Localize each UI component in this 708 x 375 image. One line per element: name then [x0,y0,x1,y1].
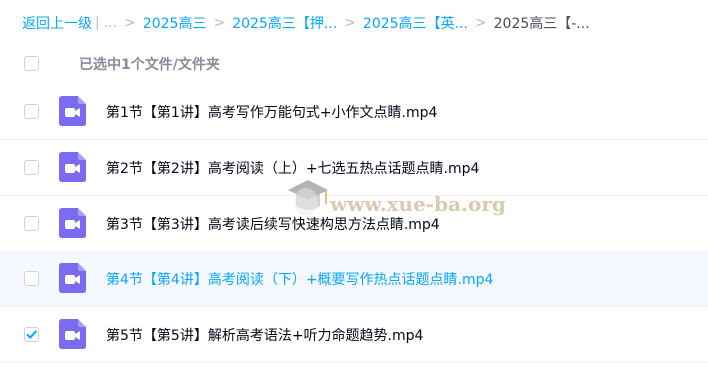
selection-header: 已选中1个文件/文件夹 [0,46,708,82]
select-all-checkbox[interactable] [24,56,39,71]
file-checkbox[interactable] [24,271,39,286]
video-file-icon [59,96,86,126]
checkmark-icon [26,330,37,339]
file-name[interactable]: 第4节【第4讲】高考阅读（下）+概要写作热点话题点睛.mp4 [106,269,493,289]
video-file-icon [59,263,86,293]
breadcrumb-item[interactable]: 2025高三【押... [232,13,337,33]
file-row[interactable]: 第1节【第1讲】高考写作万能句式+小作文点睛.mp4 [0,84,708,140]
file-row[interactable]: 第4节【第4讲】高考阅读（下）+概要写作热点话题点睛.mp4 [0,251,708,307]
breadcrumb-item[interactable]: 2025高三【英... [363,13,468,33]
file-name[interactable]: 第2节【第2讲】高考阅读（上）+七选五热点话题点睛.mp4 [106,158,479,178]
chevron-right-icon: > [474,15,487,31]
chevron-right-icon: > [213,15,226,31]
selection-count-label: 已选中1个文件/文件夹 [79,57,220,73]
back-link[interactable]: 返回上一级 [22,13,92,33]
file-checkbox[interactable] [24,160,39,175]
file-checkbox[interactable] [24,327,39,342]
file-name[interactable]: 第1节【第1讲】高考写作万能句式+小作文点睛.mp4 [106,102,437,122]
chevron-right-icon: > [344,15,356,31]
breadcrumb: 返回上一级 | ... > 2025高三 > 2025高三【押... > 202… [22,12,590,34]
file-row[interactable]: 第3节【第3讲】高考读后续写快速构思方法点睛.mp4 [0,196,708,252]
file-name[interactable]: 第3节【第3讲】高考读后续写快速构思方法点睛.mp4 [106,214,440,234]
file-checkbox[interactable] [24,216,39,231]
file-row[interactable]: 第5节【第5讲】解析高考语法+听力命题趋势.mp4 [0,307,708,363]
chevron-right-icon: > [124,15,136,31]
file-checkbox[interactable] [24,104,39,119]
breadcrumb-ellipsis[interactable]: ... [104,15,117,31]
breadcrumb-item[interactable]: 2025高三 [143,13,207,33]
breadcrumb-current: 2025高三【-... [493,16,590,32]
video-file-icon [59,152,86,182]
file-row[interactable]: 第2节【第2讲】高考阅读（上）+七选五热点话题点睛.mp4 [0,140,708,196]
breadcrumb-divider: | [95,15,100,31]
file-name[interactable]: 第5节【第5讲】解析高考语法+听力命题趋势.mp4 [106,325,423,345]
video-file-icon [59,208,86,238]
video-file-icon [59,319,86,349]
